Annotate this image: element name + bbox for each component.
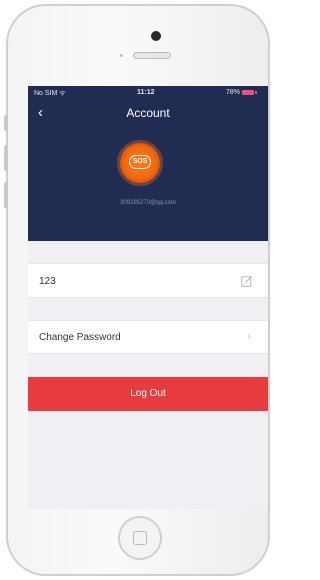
edit-icon[interactable] xyxy=(241,275,253,287)
app-screen: No SIM ᯤ 11:12 78% ‹ Account SOS 3092852… xyxy=(28,86,268,509)
clock: 11:12 xyxy=(137,89,155,96)
volume-up-button xyxy=(4,145,8,171)
front-camera xyxy=(151,31,161,41)
home-button-icon xyxy=(133,531,147,545)
avatar-logo-text: SOS xyxy=(129,155,151,169)
chevron-right-icon: › xyxy=(247,331,251,343)
mute-switch xyxy=(4,115,8,131)
account-header: No SIM ᯤ 11:12 78% ‹ Account SOS 3092852… xyxy=(28,86,268,241)
sensor-dot xyxy=(120,54,123,57)
username-value: 123 xyxy=(39,276,56,287)
back-button[interactable]: ‹ xyxy=(38,104,54,122)
battery-icon xyxy=(242,90,254,95)
change-password-label: Change Password xyxy=(39,332,121,343)
username-row[interactable]: 123 xyxy=(28,263,268,298)
logout-button[interactable]: Log Out xyxy=(28,377,268,411)
change-password-row[interactable]: Change Password › xyxy=(28,320,268,354)
page-title: Account xyxy=(126,106,170,120)
avatar[interactable]: SOS xyxy=(120,143,160,183)
battery-percent: 78% xyxy=(226,89,241,96)
account-email: 309285273@qq.com xyxy=(120,200,176,206)
status-bar: No SIM ᯤ 11:12 78% xyxy=(28,86,268,100)
volume-down-button xyxy=(4,182,8,208)
earpiece-speaker xyxy=(133,52,171,59)
carrier-label: No SIM ᯤ xyxy=(34,90,66,97)
battery-tip xyxy=(255,91,257,94)
home-button[interactable] xyxy=(118,516,162,560)
